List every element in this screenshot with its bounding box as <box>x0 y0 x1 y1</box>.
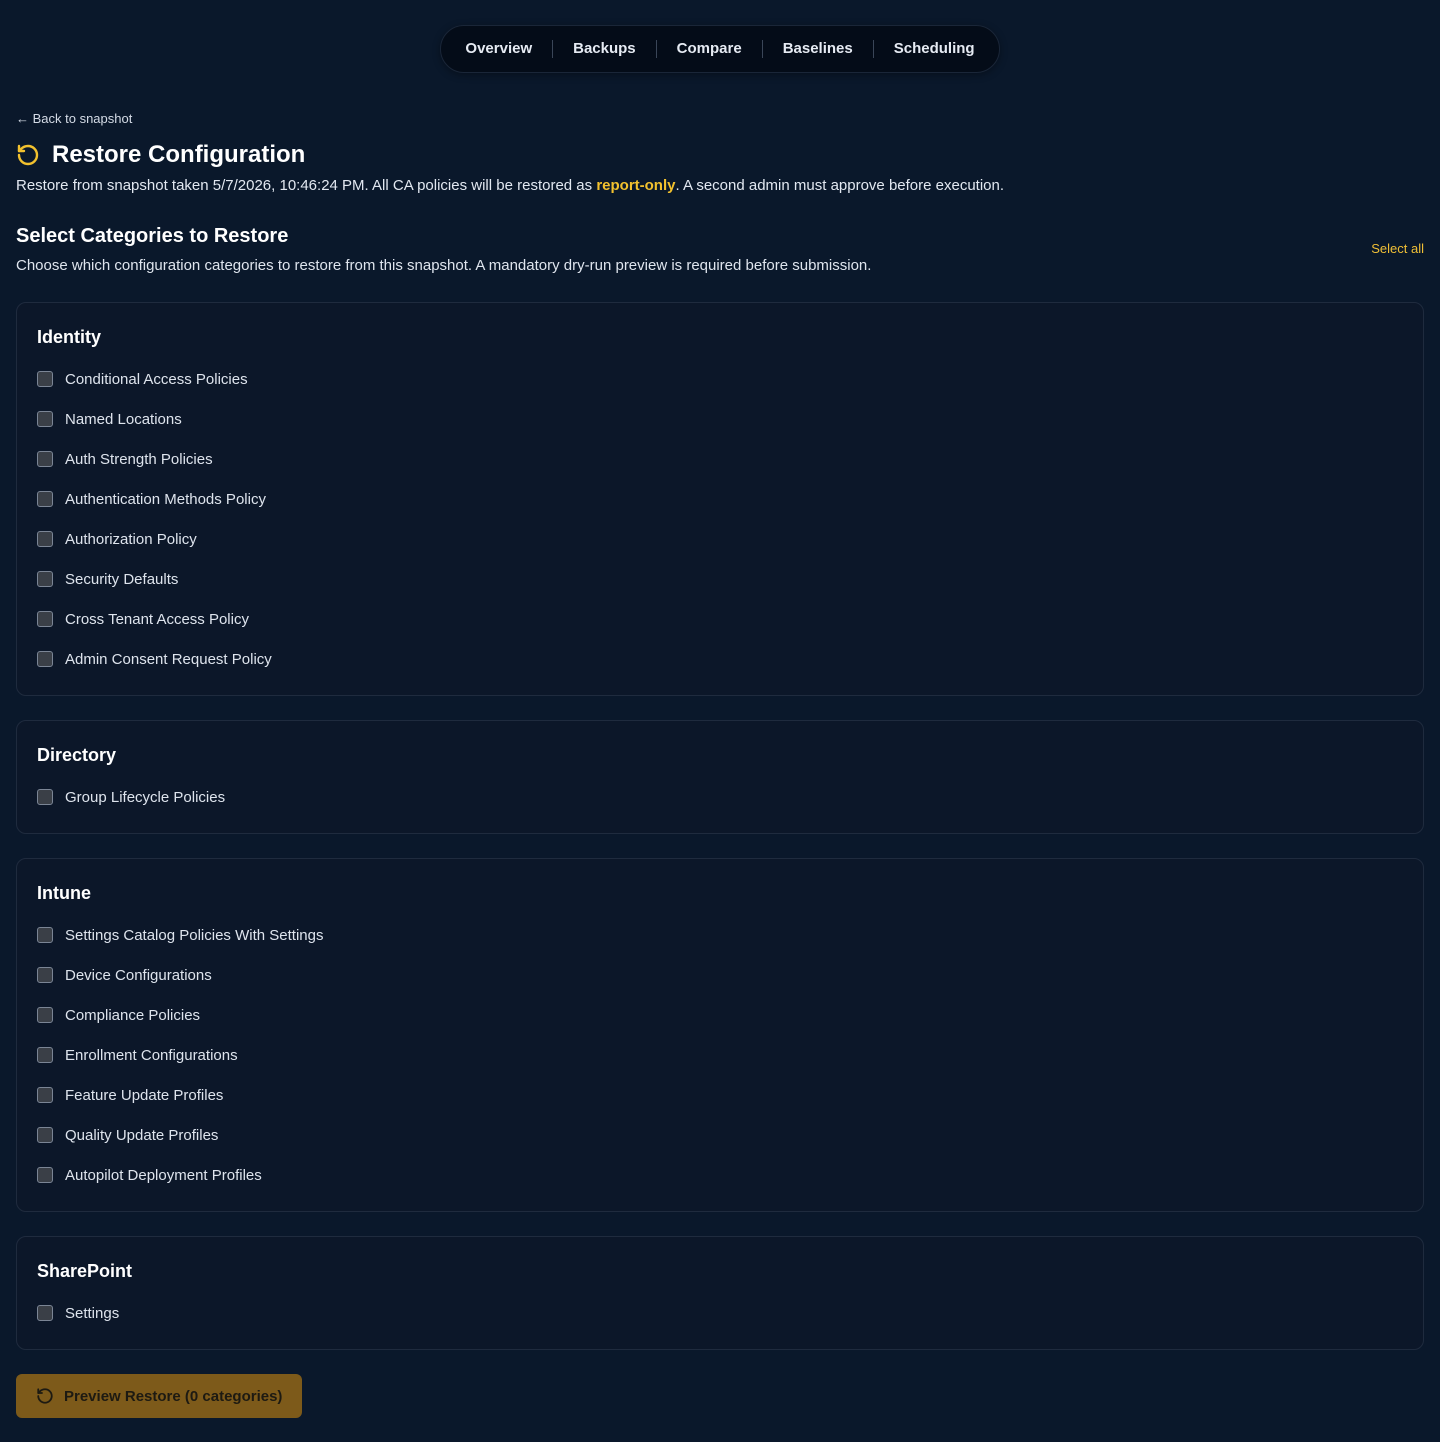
category-item[interactable]: Enrollment Configurations <box>37 1035 1403 1075</box>
category-item[interactable]: Settings <box>37 1293 1403 1333</box>
tab-compare[interactable]: Compare <box>655 40 762 58</box>
item-label: Cross Tenant Access Policy <box>65 610 249 628</box>
checkbox[interactable] <box>37 611 53 627</box>
item-label: Security Defaults <box>65 570 179 588</box>
item-label: Device Configurations <box>65 966 212 984</box>
category-title: SharePoint <box>37 1261 133 1281</box>
category-item[interactable]: Quality Update Profiles <box>37 1115 1403 1155</box>
checkbox[interactable] <box>37 1087 53 1103</box>
checkbox[interactable] <box>37 531 53 547</box>
subtitle-text: Restore from snapshot taken 5/7/2026, 10… <box>16 177 597 194</box>
category-item[interactable]: Device Configurations <box>37 955 1403 995</box>
section-title: Select Categories to Restore <box>16 225 289 247</box>
item-label: Settings Catalog Policies With Settings <box>65 926 324 944</box>
checkbox[interactable] <box>37 451 53 467</box>
item-label: Group Lifecycle Policies <box>65 788 226 806</box>
category-item[interactable]: Security Defaults <box>37 559 1403 599</box>
item-label: Quality Update Profiles <box>65 1126 219 1144</box>
category-card-intune: Intune Settings Catalog Policies With Se… <box>16 858 1424 1212</box>
report-only-highlight: report-only <box>596 177 676 194</box>
category-card-directory: Directory Group Lifecycle Policies <box>16 720 1424 834</box>
back-to-snapshot-link[interactable]: ← Back to snapshot <box>16 111 132 126</box>
category-card-sharepoint: SharePoint Settings <box>16 1236 1424 1350</box>
item-label: Compliance Policies <box>65 1006 201 1024</box>
select-all-link[interactable]: Select all <box>1371 241 1424 256</box>
item-label: Autopilot Deployment Profiles <box>65 1166 262 1184</box>
preview-restore-button[interactable]: Preview Restore (0 categories) <box>16 1374 302 1418</box>
category-item[interactable]: Named Locations <box>37 399 1403 439</box>
checkbox[interactable] <box>37 1047 53 1063</box>
category-item[interactable]: Conditional Access Policies <box>37 359 1403 399</box>
category-item[interactable]: Group Lifecycle Policies <box>37 777 1403 817</box>
checkbox[interactable] <box>37 927 53 943</box>
page-title: Restore Configuration <box>52 141 306 168</box>
category-title: Intune <box>37 883 91 903</box>
checkbox[interactable] <box>37 1127 53 1143</box>
category-item[interactable]: Cross Tenant Access Policy <box>37 599 1403 639</box>
category-item[interactable]: Autopilot Deployment Profiles <box>37 1155 1403 1195</box>
checkbox[interactable] <box>37 789 53 805</box>
tab-scheduling[interactable]: Scheduling <box>872 40 995 58</box>
category-card-identity: Identity Conditional Access Policies Nam… <box>16 302 1424 696</box>
checkbox[interactable] <box>37 411 53 427</box>
checkbox[interactable] <box>37 967 53 983</box>
item-label: Enrollment Configurations <box>65 1046 238 1064</box>
category-item[interactable]: Admin Consent Request Policy <box>37 639 1403 679</box>
category-title: Identity <box>37 327 102 347</box>
category-item[interactable]: Auth Strength Policies <box>37 439 1403 479</box>
subtitle-text-end: . A second admin must approve before exe… <box>675 177 1005 194</box>
tab-baselines[interactable]: Baselines <box>761 40 873 58</box>
checkbox[interactable] <box>37 371 53 387</box>
category-title: Directory <box>37 745 117 765</box>
category-item[interactable]: Authorization Policy <box>37 519 1403 559</box>
checkbox[interactable] <box>37 1007 53 1023</box>
item-label: Auth Strength Policies <box>65 450 213 468</box>
checkbox[interactable] <box>37 491 53 507</box>
item-label: Conditional Access Policies <box>65 370 248 388</box>
section-description: Choose which configuration categories to… <box>16 257 872 274</box>
preview-restore-label: Preview Restore (0 categories) <box>64 1387 283 1405</box>
item-label: Admin Consent Request Policy <box>65 650 272 668</box>
checkbox[interactable] <box>37 571 53 587</box>
checkbox[interactable] <box>37 1167 53 1183</box>
item-label: Feature Update Profiles <box>65 1086 224 1104</box>
restore-icon <box>16 143 40 167</box>
top-nav-container: Overview Backups Compare Baselines Sched… <box>0 25 1440 73</box>
item-label: Named Locations <box>65 410 182 428</box>
item-label: Settings <box>65 1304 120 1322</box>
category-item[interactable]: Compliance Policies <box>37 995 1403 1035</box>
checkbox[interactable] <box>37 1305 53 1321</box>
category-selection-header: Select Categories to Restore Choose whic… <box>16 225 1424 274</box>
tab-backups[interactable]: Backups <box>552 40 656 58</box>
top-nav: Overview Backups Compare Baselines Sched… <box>440 25 1000 73</box>
checkbox[interactable] <box>37 651 53 667</box>
category-item[interactable]: Authentication Methods Policy <box>37 479 1403 519</box>
page-title-row: Restore Configuration <box>16 141 305 169</box>
item-label: Authorization Policy <box>65 530 197 548</box>
page-subtitle: Restore from snapshot taken 5/7/2026, 10… <box>16 177 1004 194</box>
restore-icon <box>36 1387 54 1405</box>
tab-overview[interactable]: Overview <box>445 40 552 58</box>
category-item[interactable]: Feature Update Profiles <box>37 1075 1403 1115</box>
item-label: Authentication Methods Policy <box>65 490 266 508</box>
category-item[interactable]: Settings Catalog Policies With Settings <box>37 915 1403 955</box>
